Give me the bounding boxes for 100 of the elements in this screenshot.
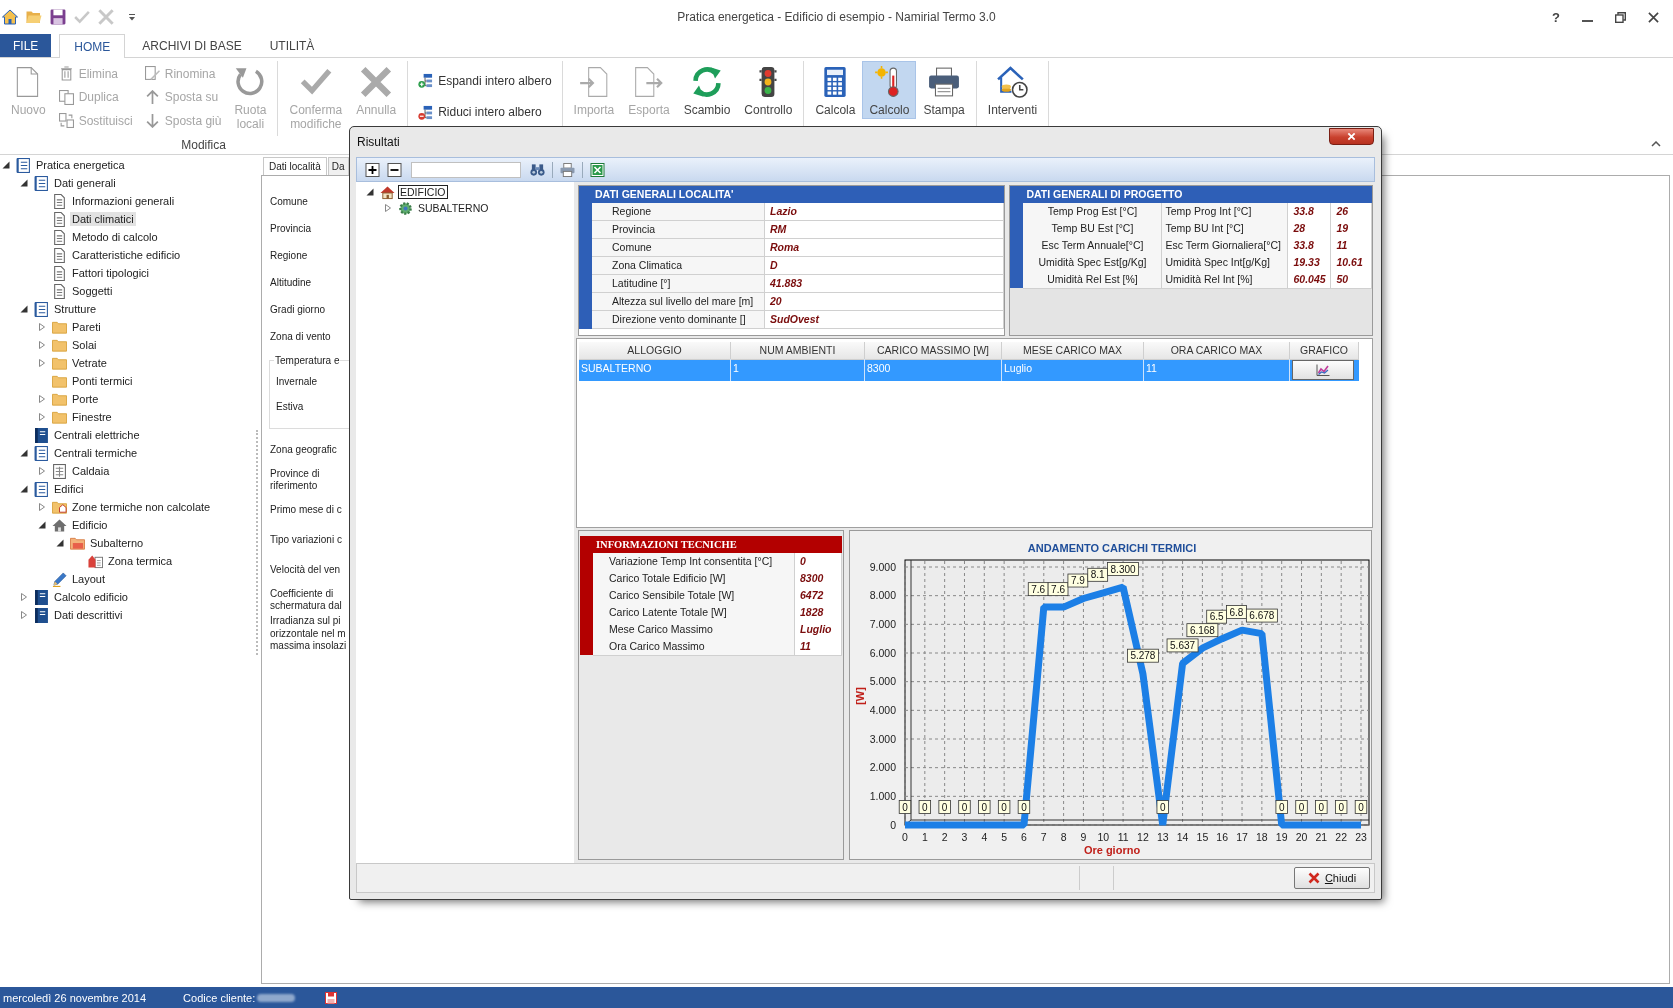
table-cell: 19.33 [1288, 254, 1332, 272]
ribbon-button[interactable]: Riduci intero albero [414, 100, 556, 124]
dropdown-arrow-icon[interactable] [128, 13, 136, 21]
ribbon-button[interactable]: Calcola [808, 61, 863, 119]
tree-item[interactable]: Zona termica [106, 554, 175, 568]
ribbon-button[interactable]: Controllo [737, 61, 800, 119]
expander-icon[interactable] [20, 179, 28, 187]
panel-tab[interactable]: Da [327, 157, 349, 175]
tree-item[interactable]: Pratica energetica [34, 158, 127, 172]
tree-item[interactable]: Porte [70, 392, 101, 406]
tree-item[interactable]: Dati generali [52, 176, 118, 190]
spreadsheet-icon[interactable] [590, 162, 605, 177]
tree-item[interactable]: Centrali elettriche [52, 428, 142, 442]
check-icon[interactable] [74, 9, 90, 25]
table-cell: Esc Term Giornaliera[°C] [1162, 237, 1289, 255]
ribbon-button[interactable]: Interventi [980, 61, 1045, 119]
folder-icon [52, 355, 67, 371]
expander-icon[interactable] [56, 539, 64, 547]
ribbon-button[interactable]: Calcolo [862, 61, 917, 119]
tree-item[interactable]: Metodo di calcolo [70, 230, 160, 244]
tree-item[interactable]: Ponti termici [70, 374, 135, 388]
close-icon[interactable] [1648, 11, 1659, 23]
caret-up-icon[interactable] [1651, 141, 1661, 147]
expander-icon[interactable] [20, 485, 28, 493]
binoculars-icon[interactable] [530, 162, 545, 177]
tree-item[interactable]: Caratteristiche edificio [70, 248, 183, 262]
expander-icon[interactable] [38, 521, 46, 529]
tree-item[interactable]: Edifici [52, 482, 86, 496]
chart-button[interactable] [1292, 360, 1354, 380]
tree-item[interactable]: Zone termiche non calcolate [70, 500, 213, 514]
data-label: 0 [1017, 800, 1031, 814]
data-label: 0 [1335, 800, 1348, 814]
folder-house-icon [52, 499, 67, 515]
tree-item[interactable]: EDIFICIO [398, 185, 448, 199]
house-icon [52, 517, 67, 533]
minus-icon[interactable] [387, 162, 402, 177]
folder-icon [70, 535, 85, 551]
ribbon-tab[interactable]: FILE [0, 34, 52, 57]
close-button[interactable]: Chiudi [1294, 867, 1370, 889]
expander-icon[interactable] [366, 188, 374, 196]
tree-item[interactable]: Vetrate [70, 356, 109, 370]
ribbon-button[interactable]: Espandi intero albero [414, 69, 556, 93]
table-cell: Latitudine [°] [592, 275, 765, 293]
tree-item[interactable]: Soggetti [70, 284, 115, 298]
tree-item[interactable]: Fattori tipologici [70, 266, 152, 280]
axis-tick-label: 11 [1117, 831, 1129, 843]
table-header: INFORMAZIONI TECNICHE [580, 536, 842, 553]
tree-item[interactable]: SUBALTERNO [416, 201, 491, 215]
axis-tick-label: 2 [941, 831, 948, 843]
tree-item[interactable]: Caldaia [70, 464, 112, 478]
help-button[interactable]: ? [1552, 9, 1560, 25]
table-cell: RM [765, 221, 1005, 239]
printer-icon[interactable] [560, 162, 575, 177]
field-label: Zona di vento [270, 331, 331, 344]
table-header: DATI GENERALI LOCALITA' [579, 186, 1005, 203]
expander-icon[interactable] [20, 449, 28, 457]
house-icon[interactable] [2, 9, 18, 25]
field-label: Provincia [270, 223, 312, 236]
axis-tick-label: 4 [981, 831, 988, 843]
table-header: DATI GENERALI DI PROGETTO [1010, 186, 1372, 203]
dialog-title: Risultati [357, 135, 400, 149]
data-label: 5.637 [1170, 639, 1196, 651]
close-button[interactable] [1329, 127, 1374, 145]
expander-icon[interactable] [2, 161, 10, 169]
tree-item[interactable]: Calcolo edificio [52, 590, 130, 604]
house-icon [380, 184, 395, 200]
tree-item[interactable]: Informazioni generali [70, 194, 177, 208]
tree-item[interactable]: Layout [70, 572, 108, 586]
tree-item[interactable]: Centrali termiche [52, 446, 140, 460]
data-label: 7.9 [1067, 573, 1089, 588]
panel-tab[interactable]: Dati località [263, 157, 327, 175]
tree-item[interactable]: Edificio [70, 518, 110, 532]
ribbon-button[interactable]: Scambio [676, 61, 738, 119]
table-cell: Umidità Rel Est [%] [1023, 271, 1163, 289]
page-icon [52, 229, 67, 245]
tree-item[interactable]: Dati descrittivi [52, 608, 125, 622]
axis-tick-label: 9 [1080, 831, 1087, 843]
axis-tick-label: 22 [1335, 831, 1347, 843]
table-cell: 8300 [865, 359, 1002, 381]
expander-icon[interactable] [20, 305, 28, 313]
book-icon [34, 589, 49, 605]
ribbon-button[interactable]: Stampa [916, 61, 972, 119]
axis-tick-label: 15 [1196, 831, 1209, 843]
plus-icon[interactable] [365, 162, 380, 177]
table-cell: 10.61 [1331, 254, 1372, 272]
tree-item[interactable]: Strutture [52, 302, 99, 316]
table-cell: Luglio [795, 621, 842, 639]
tree-item[interactable]: Dati climatici [70, 212, 136, 226]
restore-icon[interactable] [1615, 11, 1626, 23]
tree-item[interactable]: Solai [70, 338, 99, 352]
tree-item[interactable]: Finestre [70, 410, 114, 424]
column-header: MESE CARICO MAX [1002, 342, 1144, 360]
tree-item[interactable]: Pareti [70, 320, 103, 334]
tree-item[interactable]: Subalterno [88, 536, 146, 550]
book-icon [34, 427, 49, 443]
column-header: ORA CARICO MAX [1144, 342, 1290, 360]
search-field[interactable] [411, 161, 521, 178]
data-label: 0 [922, 801, 929, 813]
table-cell: Temp Prog Int [°C] [1162, 203, 1289, 221]
ribbon-tab[interactable]: HOME [59, 34, 126, 58]
